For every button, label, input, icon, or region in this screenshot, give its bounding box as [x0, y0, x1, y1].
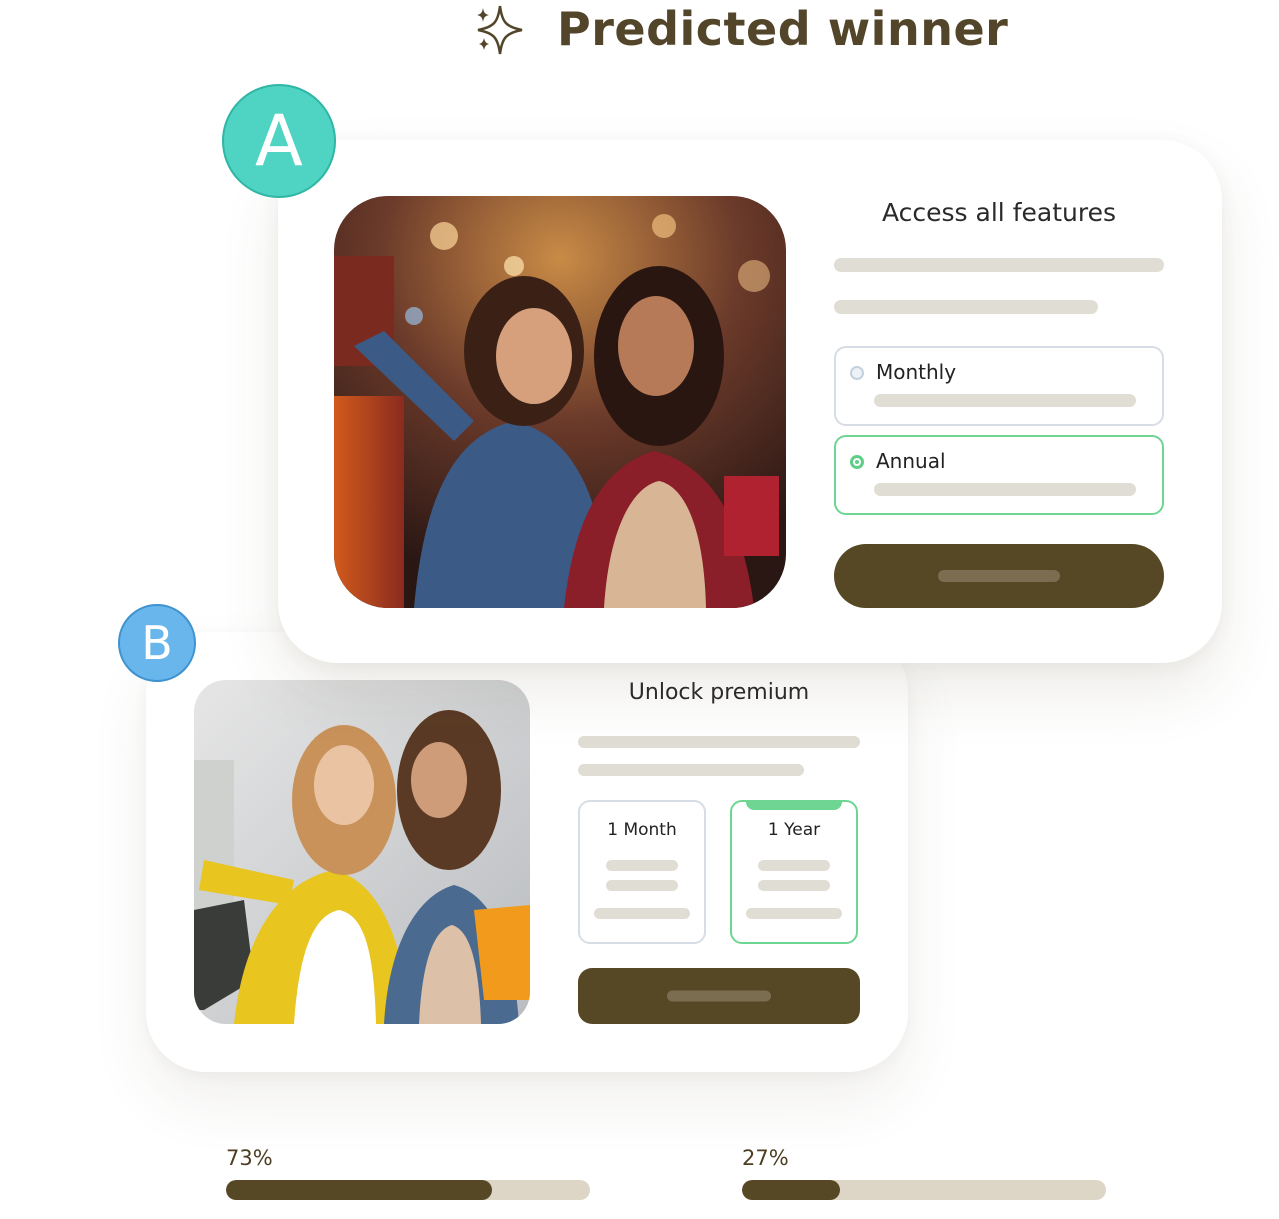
plan-option-annual[interactable]: Annual [834, 435, 1164, 515]
skeleton-line [594, 908, 690, 919]
variant-a-badge: A [222, 84, 336, 198]
skeleton-line [578, 764, 804, 776]
variant-b-card: Unlock premium 1 Month 1 Year [146, 632, 908, 1072]
skeleton-line [874, 394, 1136, 407]
variant-b-cta-button[interactable] [578, 968, 860, 1024]
variant-b-photo [194, 680, 530, 1024]
radio-selected-icon[interactable] [850, 455, 864, 469]
skeleton-line [834, 258, 1164, 272]
plan-card-1-year[interactable]: 1 Year [730, 800, 858, 944]
skeleton-line [746, 908, 842, 919]
variant-a-cta-button[interactable] [834, 544, 1164, 608]
variant-a-card: Access all features Monthly Annual [278, 140, 1222, 663]
plan-card-1-month[interactable]: 1 Month [578, 800, 706, 944]
variant-a-headline: Access all features [882, 198, 1116, 227]
variant-b-headline: Unlock premium [628, 680, 810, 705]
plan-card-label: 1 Month [607, 820, 677, 840]
sparkle-icon [477, 5, 523, 55]
skeleton-line [606, 880, 678, 891]
header: Predicted winner [0, 0, 1279, 64]
skeleton-line [758, 880, 830, 891]
progress-fill [226, 1180, 492, 1200]
variant-a-photo [334, 196, 786, 608]
progress-fill [742, 1180, 841, 1200]
progress-track [226, 1180, 590, 1200]
skeleton-button-label [667, 990, 771, 1002]
progress-track [742, 1180, 1106, 1200]
page-title: Predicted winner [557, 2, 1009, 56]
plan-option-label: Monthly [876, 360, 957, 384]
selected-indicator [746, 802, 842, 810]
plan-option-monthly[interactable]: Monthly [834, 346, 1164, 426]
radio-unselected-icon[interactable] [850, 366, 864, 380]
skeleton-line [606, 860, 678, 871]
variant-a-percentage: 73% [226, 1146, 273, 1170]
variant-a-result: 73% [226, 1146, 590, 1200]
variant-b-percentage: 27% [742, 1146, 789, 1170]
variant-b-result: 27% [742, 1146, 1106, 1200]
skeleton-line [578, 736, 860, 748]
plan-card-label: 1 Year [767, 820, 821, 840]
skeleton-line [834, 300, 1098, 314]
plan-option-label: Annual [876, 449, 946, 473]
skeleton-button-label [938, 570, 1060, 582]
variant-b-badge: B [118, 604, 196, 682]
skeleton-line [874, 483, 1136, 496]
skeleton-line [758, 860, 830, 871]
